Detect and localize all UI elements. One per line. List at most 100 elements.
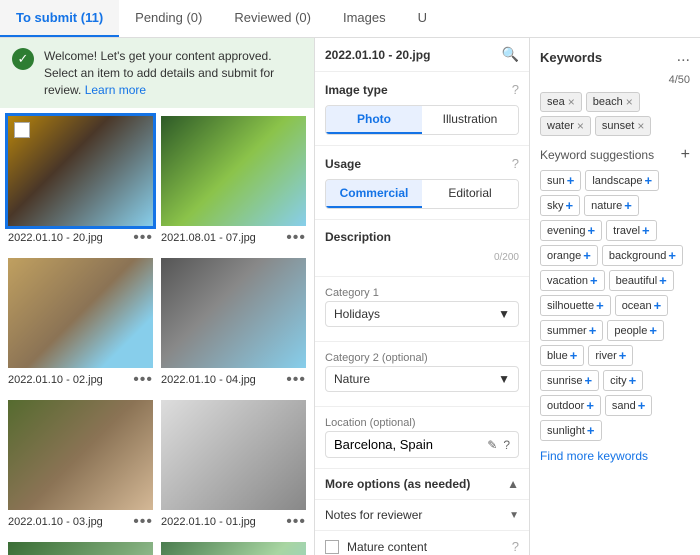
usage-commercial-btn[interactable]: Commercial: [326, 180, 422, 208]
keyword-add-icon[interactable]: +: [659, 273, 667, 288]
keyword-remove-icon[interactable]: ×: [577, 119, 584, 133]
usage-help-icon[interactable]: ?: [512, 156, 519, 171]
keyword-add-icon[interactable]: +: [570, 348, 578, 363]
keyword-add-icon[interactable]: +: [583, 248, 591, 263]
image-options-icon[interactable]: •••: [286, 229, 306, 247]
image-checkbox[interactable]: [14, 122, 30, 138]
keyword-add-icon[interactable]: +: [589, 323, 597, 338]
keyword-add-icon[interactable]: +: [649, 323, 657, 338]
image-options-icon[interactable]: •••: [133, 229, 153, 247]
keyword-suggestion[interactable]: silhouette+: [540, 295, 611, 316]
image-thumbnail[interactable]: [161, 116, 306, 226]
keyword-add-icon[interactable]: +: [587, 423, 595, 438]
keyword-remove-icon[interactable]: ×: [626, 95, 633, 109]
keyword-add-icon[interactable]: +: [566, 198, 574, 213]
keyword-suggestion[interactable]: summer+: [540, 320, 603, 341]
image-footer: 2022.01.10 - 02.jpg•••: [8, 368, 153, 392]
image-type-help-icon[interactable]: ?: [512, 82, 519, 97]
tab-reviewed[interactable]: Reviewed (0): [218, 0, 327, 37]
keyword-suggestion[interactable]: sky+: [540, 195, 580, 216]
keyword-suggestion[interactable]: people+: [607, 320, 664, 341]
keyword-add-icon[interactable]: +: [624, 198, 632, 213]
more-options-title: More options (as needed): [325, 477, 470, 491]
image-options-icon[interactable]: •••: [133, 371, 153, 389]
keyword-suggestion[interactable]: sun+: [540, 170, 581, 191]
keyword-suggestion[interactable]: nature+: [584, 195, 639, 216]
learn-more-link[interactable]: Learn more: [85, 83, 146, 97]
keyword-add-icon[interactable]: +: [596, 298, 604, 313]
image-options-icon[interactable]: •••: [286, 513, 306, 531]
keyword-suggestion[interactable]: river+: [588, 345, 633, 366]
usage-editorial-btn[interactable]: Editorial: [422, 180, 518, 208]
keyword-suggestion[interactable]: evening+: [540, 220, 602, 241]
location-field[interactable]: Barcelona, Spain ✎ ?: [325, 431, 519, 458]
category1-value: Holidays: [334, 307, 380, 321]
list-item: 2022.01.10 - 02.jpg•••: [8, 258, 153, 392]
keyword-suggestion[interactable]: landscape+: [585, 170, 659, 191]
keyword-tag: water×: [540, 116, 591, 136]
description-char-count: 0/200: [325, 252, 519, 263]
image-thumbnail[interactable]: [8, 258, 153, 368]
image-type-illustration-btn[interactable]: Illustration: [422, 106, 518, 134]
keyword-add-icon[interactable]: +: [619, 348, 627, 363]
keyword-add-icon[interactable]: +: [588, 223, 596, 238]
image-options-icon[interactable]: •••: [133, 513, 153, 531]
keyword-suggestion[interactable]: beautiful+: [609, 270, 674, 291]
image-thumbnail[interactable]: [8, 542, 153, 555]
location-edit-icon[interactable]: ✎: [487, 438, 497, 452]
image-type-photo-btn[interactable]: Photo: [326, 106, 422, 134]
mature-content-checkbox[interactable]: [325, 540, 339, 554]
keyword-suggestion[interactable]: outdoor+: [540, 395, 601, 416]
keyword-add-icon[interactable]: +: [645, 173, 653, 188]
keyword-suggestion[interactable]: city+: [603, 370, 643, 391]
keyword-remove-icon[interactable]: ×: [568, 95, 575, 109]
image-thumbnail[interactable]: [8, 400, 153, 510]
search-icon[interactable]: 🔍: [502, 46, 519, 63]
mature-content-help-icon[interactable]: ?: [512, 539, 519, 554]
keyword-suggestion[interactable]: travel+: [606, 220, 657, 241]
keyword-suggestion[interactable]: blue+: [540, 345, 584, 366]
notes-for-reviewer-label: Notes for reviewer: [325, 508, 422, 522]
category1-select[interactable]: Holidays ▼: [325, 301, 519, 327]
more-options-toggle[interactable]: More options (as needed) ▲: [315, 469, 529, 500]
keyword-add-icon[interactable]: +: [668, 248, 676, 263]
tab-images[interactable]: Images: [327, 0, 402, 37]
image-name: 2022.01.10 - 04.jpg: [161, 374, 256, 386]
description-section: Description 0/200: [315, 220, 529, 277]
keyword-suggestion-label: background: [609, 250, 667, 262]
location-help-icon[interactable]: ?: [503, 438, 510, 452]
keyword-add-icon[interactable]: +: [629, 373, 637, 388]
tab-to-submit[interactable]: To submit (11): [0, 0, 119, 37]
suggestions-title: Keyword suggestions: [540, 148, 654, 162]
tab-pending[interactable]: Pending (0): [119, 0, 218, 37]
keyword-suggestion[interactable]: sunrise+: [540, 370, 599, 391]
keyword-add-icon[interactable]: +: [584, 373, 592, 388]
keyword-add-icon[interactable]: +: [638, 398, 646, 413]
keywords-more-icon[interactable]: ...: [677, 48, 690, 66]
mature-content-left: Mature content: [325, 540, 427, 554]
keyword-add-icon[interactable]: +: [642, 223, 650, 238]
notes-expand-icon[interactable]: ▼: [509, 510, 519, 521]
keyword-suggestion[interactable]: vacation+: [540, 270, 605, 291]
keyword-add-icon[interactable]: +: [567, 173, 575, 188]
image-thumbnail[interactable]: [161, 400, 306, 510]
keyword-add-icon[interactable]: +: [586, 398, 594, 413]
category2-select[interactable]: Nature ▼: [325, 366, 519, 392]
keyword-suggestion[interactable]: sand+: [605, 395, 652, 416]
image-thumbnail[interactable]: [8, 116, 153, 226]
keyword-suggestion[interactable]: background+: [602, 245, 683, 266]
keyword-suggestion[interactable]: sunlight+: [540, 420, 602, 441]
image-thumbnail[interactable]: [161, 258, 306, 368]
keyword-add-icon[interactable]: +: [654, 298, 662, 313]
tab-u[interactable]: U: [402, 0, 443, 37]
image-thumbnail[interactable]: [161, 542, 306, 555]
keyword-suggestion[interactable]: ocean+: [615, 295, 669, 316]
add-all-suggestions-icon[interactable]: +: [681, 146, 690, 164]
image-options-icon[interactable]: •••: [286, 371, 306, 389]
keyword-remove-icon[interactable]: ×: [637, 119, 644, 133]
keyword-add-icon[interactable]: +: [590, 273, 598, 288]
keyword-tag-label: beach: [593, 96, 623, 108]
keyword-suggestion[interactable]: orange+: [540, 245, 598, 266]
find-more-keywords-link[interactable]: Find more keywords: [540, 449, 690, 463]
middle-panel: 2022.01.10 - 20.jpg 🔍 Image type ? Photo…: [315, 38, 530, 555]
